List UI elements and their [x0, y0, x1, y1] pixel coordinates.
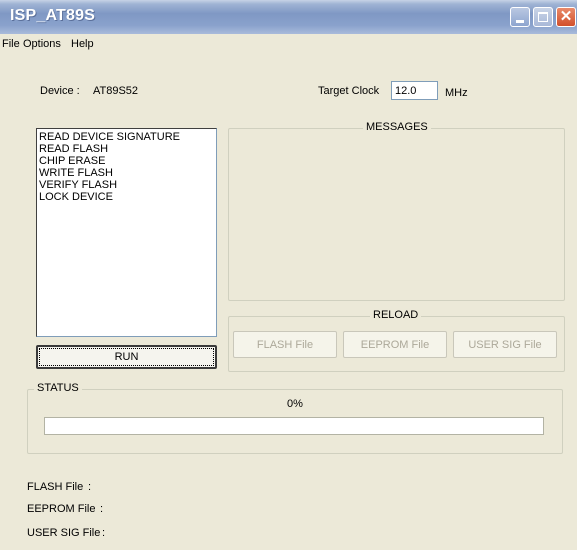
- menu-options[interactable]: Options: [23, 38, 61, 50]
- list-item-lock-device[interactable]: LOCK DEVICE: [39, 191, 214, 203]
- status-title: STATUS: [34, 382, 82, 394]
- close-button[interactable]: ✕: [556, 7, 576, 27]
- maximize-button[interactable]: [533, 7, 553, 27]
- list-item-read-flash[interactable]: READ FLASH: [39, 143, 214, 155]
- list-item-write-flash[interactable]: WRITE FLASH: [39, 167, 214, 179]
- progress-percent: 0%: [287, 398, 303, 410]
- operations-list[interactable]: READ DEVICE SIGNATURE READ FLASH CHIP ER…: [36, 128, 217, 337]
- main-window: ISP_AT89S ✕ File Options Help Device : A…: [0, 0, 577, 550]
- reload-eeprom-file-button[interactable]: EEPROM File: [343, 331, 447, 358]
- target-clock-input[interactable]: [391, 81, 438, 100]
- window-title: ISP_AT89S: [10, 7, 96, 24]
- menu-help[interactable]: Help: [71, 38, 94, 50]
- device-value: AT89S52: [93, 85, 139, 97]
- user-sig-file-label: USER SIG File: [27, 527, 101, 539]
- reload-user-sig-file-button[interactable]: USER SIG File: [453, 331, 557, 358]
- close-icon: ✕: [559, 8, 573, 25]
- messages-title: MESSAGES: [363, 121, 431, 133]
- progress-bar: [44, 417, 544, 435]
- flash-file-label: FLASH File: [27, 481, 84, 493]
- list-item-verify-flash[interactable]: VERIFY FLASH: [39, 179, 214, 191]
- device-label: Device :: [40, 85, 80, 97]
- reload-title: RELOAD: [370, 309, 422, 321]
- user-sig-file-sep: :: [102, 527, 106, 539]
- minimize-icon: [516, 20, 524, 23]
- messages-group: MESSAGES: [228, 121, 565, 301]
- menu-bar: File Options Help: [0, 36, 577, 54]
- eeprom-file-label: EEPROM File: [27, 503, 96, 515]
- target-clock-label: Target Clock: [318, 85, 380, 97]
- list-item-chip-erase[interactable]: CHIP ERASE: [39, 155, 214, 167]
- minimize-button[interactable]: [510, 7, 530, 27]
- title-bar[interactable]: ISP_AT89S ✕: [0, 0, 577, 34]
- reload-flash-file-button[interactable]: FLASH File: [233, 331, 337, 358]
- target-clock-unit: MHz: [445, 87, 468, 99]
- flash-file-sep: :: [88, 481, 92, 493]
- menu-file[interactable]: File: [2, 38, 20, 50]
- run-button[interactable]: RUN: [36, 345, 217, 369]
- list-item-read-device-signature[interactable]: READ DEVICE SIGNATURE: [39, 131, 214, 143]
- maximize-icon: [538, 12, 548, 22]
- eeprom-file-sep: :: [100, 503, 104, 515]
